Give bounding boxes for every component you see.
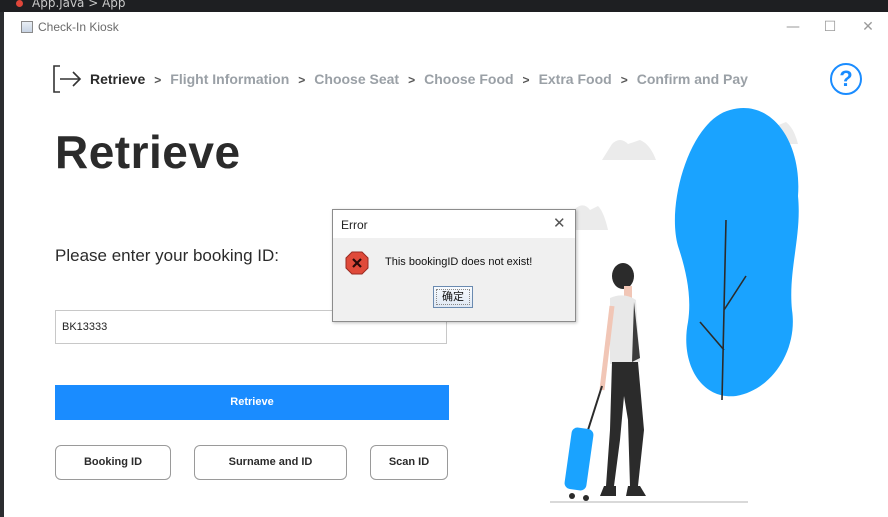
dialog-close-button[interactable]: ✕ — [553, 214, 566, 232]
maximize-button[interactable]: ☐ — [816, 16, 844, 38]
tree-icon — [674, 107, 799, 397]
ide-background-bar: App.java > App — [0, 0, 888, 12]
step-separator: > — [154, 73, 162, 87]
error-dialog: Error ✕ This bookingID does not exist! 确… — [332, 209, 576, 322]
scan-id-option-button[interactable]: Scan ID — [370, 445, 448, 480]
window-titlebar: Check-In Kiosk — ☐ ✕ — [4, 12, 888, 42]
step-separator: > — [298, 73, 306, 87]
retrieve-button[interactable]: Retrieve — [55, 385, 449, 420]
step-separator: > — [620, 73, 628, 87]
dialog-titlebar: Error ✕ — [333, 210, 575, 238]
page-title: Retrieve — [55, 126, 241, 178]
step-separator: > — [522, 73, 530, 87]
dialog-ok-button[interactable]: 确定 — [433, 286, 473, 308]
step-confirm-and-pay[interactable]: Confirm and Pay — [637, 71, 748, 87]
dialog-title: Error — [341, 218, 368, 232]
close-window-button[interactable]: ✕ — [854, 16, 882, 38]
ide-breadcrumb: App.java > App — [32, 0, 126, 10]
surname-and-id-option-button[interactable]: Surname and ID — [194, 445, 347, 480]
step-extra-food[interactable]: Extra Food — [539, 71, 612, 87]
person-icon — [599, 263, 646, 496]
minimize-button[interactable]: — — [779, 16, 807, 38]
focus-ring — [436, 289, 470, 305]
booking-id-option-button[interactable]: Booking ID — [55, 445, 171, 480]
window-title: Check-In Kiosk — [38, 20, 119, 34]
step-flight-information[interactable]: Flight Information — [170, 71, 289, 87]
error-dot-icon — [16, 0, 23, 7]
step-choose-food[interactable]: Choose Food — [424, 71, 513, 87]
traveler-illustration — [550, 107, 799, 503]
app-icon — [21, 21, 33, 33]
enter-arrow-icon — [53, 65, 82, 93]
cloud-icon — [602, 140, 656, 160]
ide-gutter — [0, 12, 4, 517]
booking-id-prompt: Please enter your booking ID: — [55, 246, 279, 265]
step-choose-seat[interactable]: Choose Seat — [314, 71, 399, 87]
help-button[interactable]: ? — [830, 63, 862, 95]
error-icon — [345, 251, 369, 275]
dialog-message: This bookingID does not exist! — [385, 256, 533, 268]
suitcase-icon — [564, 385, 603, 501]
step-separator: > — [408, 73, 416, 87]
step-retrieve[interactable]: Retrieve — [90, 71, 145, 87]
